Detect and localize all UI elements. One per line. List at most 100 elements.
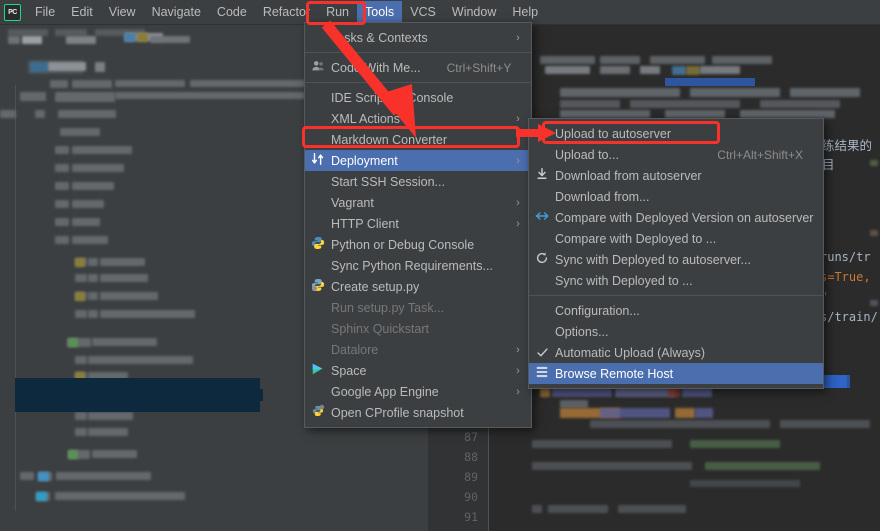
menu-item-upload-to[interactable]: Upload to... Ctrl+Alt+Shift+X bbox=[529, 144, 823, 165]
line-number: 90 bbox=[464, 490, 478, 504]
line-number: 88 bbox=[464, 450, 478, 464]
menu-item-automatic-upload-always[interactable]: Automatic Upload (Always) bbox=[529, 342, 823, 363]
menu-item-configuration[interactable]: Configuration... bbox=[529, 300, 823, 321]
menubar-item-view[interactable]: View bbox=[101, 1, 144, 23]
menu-icon-slot bbox=[305, 213, 331, 234]
menu-separator bbox=[305, 82, 531, 83]
menu-icon-slot bbox=[529, 228, 555, 249]
chevron-right-icon: › bbox=[516, 196, 520, 209]
tree-selected-row bbox=[15, 401, 260, 412]
blurred-text-block bbox=[190, 80, 310, 87]
menu-item-google-app-engine[interactable]: Google App Engine › bbox=[305, 381, 531, 402]
menu-item-vagrant[interactable]: Vagrant › bbox=[305, 192, 531, 213]
menubar-item-tools[interactable]: Tools bbox=[357, 1, 403, 23]
compare-icon bbox=[535, 209, 549, 226]
remote-host-icon bbox=[535, 365, 549, 382]
blurred-code-block bbox=[672, 66, 686, 75]
menubar-item-run[interactable]: Run bbox=[318, 1, 357, 23]
menu-item-xml-actions[interactable]: XML Actions › bbox=[305, 108, 531, 129]
menu-item-download-from-autoserver[interactable]: Download from autoserver bbox=[529, 165, 823, 186]
blurred-code-block bbox=[600, 56, 640, 64]
pycharm-logo: PC bbox=[4, 3, 21, 21]
menu-item-open-cprofile-snapshot[interactable]: Open CProfile snapshot bbox=[305, 402, 531, 423]
menu-item-create-setup-py[interactable]: Create setup.py bbox=[305, 276, 531, 297]
python-icon bbox=[311, 236, 325, 253]
menu-item-label: Sync Python Requirements... bbox=[331, 258, 493, 273]
blurred-text-block bbox=[68, 338, 78, 347]
menu-item-download-from[interactable]: Download from... bbox=[529, 186, 823, 207]
deployment-submenu[interactable]: Upload to autoserver Upload to... Ctrl+Alt… bbox=[528, 118, 824, 389]
menu-item-label: Code With Me... bbox=[331, 60, 421, 75]
menu-item-label: Download from... bbox=[555, 189, 650, 204]
menu-item-ide-scripting-console[interactable]: IDE Scripting Console bbox=[305, 87, 531, 108]
menubar-item-label: Window bbox=[451, 5, 497, 19]
menubar-item-label: Navigate bbox=[151, 5, 201, 19]
menu-item-sync-with-deployed-to[interactable]: Sync with Deployed to ... bbox=[529, 270, 823, 291]
python-setup-icon bbox=[311, 278, 325, 295]
blurred-text-block bbox=[124, 33, 136, 42]
blurred-text-block bbox=[8, 36, 20, 44]
menubar-item-refactor[interactable]: Refactor bbox=[255, 1, 318, 23]
menu-icon-slot bbox=[305, 381, 331, 402]
menubar-item-vcs[interactable]: VCS bbox=[402, 1, 444, 23]
blurred-text-block bbox=[75, 258, 85, 267]
blurred-code-block bbox=[686, 66, 700, 75]
code-fragment-path2: s/train/ bbox=[820, 310, 878, 324]
blurred-text-block bbox=[55, 218, 69, 226]
blurred-text-block bbox=[22, 36, 42, 44]
blurred-text-block bbox=[72, 146, 132, 154]
download-icon bbox=[529, 165, 555, 186]
blurred-text-block bbox=[75, 274, 87, 282]
menu-item-markdown-converter[interactable]: Markdown Converter › bbox=[305, 129, 531, 150]
menu-item-label: Configuration... bbox=[555, 303, 640, 318]
editor-selected-line-tail bbox=[838, 375, 850, 388]
menu-item-browse-remote-host[interactable]: Browse Remote Host bbox=[529, 363, 823, 384]
space-icon bbox=[305, 360, 331, 381]
menu-item-tasks-contexts[interactable]: Tasks & Contexts › bbox=[305, 27, 531, 48]
blurred-code-block bbox=[780, 420, 870, 428]
menubar-item-navigate[interactable]: Navigate bbox=[144, 1, 209, 23]
menu-item-python-or-debug-console[interactable]: Python or Debug Console bbox=[305, 234, 531, 255]
blurred-text-block bbox=[72, 200, 104, 208]
menu-icon-slot bbox=[529, 300, 555, 321]
blurred-code-block bbox=[640, 66, 660, 74]
tools-dropdown-menu[interactable]: Tasks & Contexts › Code With Me... Ctrl+Shi… bbox=[304, 22, 532, 428]
menu-item-compare-with-deployed-to[interactable]: Compare with Deployed to ... bbox=[529, 228, 823, 249]
line-number: 91 bbox=[464, 510, 478, 524]
blurred-text-block bbox=[75, 292, 85, 301]
blurred-code-block bbox=[712, 56, 772, 64]
menubar-item-window[interactable]: Window bbox=[444, 1, 504, 23]
menu-item-sync-with-deployed-to-autoserver[interactable]: Sync with Deployed to autoserver... bbox=[529, 249, 823, 270]
menu-item-label: Browse Remote Host bbox=[555, 366, 674, 381]
blurred-text-block bbox=[55, 92, 115, 102]
menu-item-options[interactable]: Options... bbox=[529, 321, 823, 342]
menubar-item-label: View bbox=[108, 5, 136, 19]
blurred-code-block bbox=[560, 88, 680, 97]
menu-item-http-client[interactable]: HTTP Client › bbox=[305, 213, 531, 234]
menubar-item-label: File bbox=[35, 5, 56, 19]
menu-item-start-ssh-session[interactable]: Start SSH Session... bbox=[305, 171, 531, 192]
blurred-text-block bbox=[95, 62, 105, 72]
menu-item-upload-to-autoserver[interactable]: Upload to autoserver bbox=[529, 123, 823, 144]
blurred-text-block bbox=[55, 182, 69, 190]
blurred-text-block bbox=[20, 92, 46, 101]
menu-item-space[interactable]: Space › bbox=[305, 360, 531, 381]
chevron-right-icon: › bbox=[516, 133, 520, 146]
menu-item-deployment[interactable]: Deployment › bbox=[305, 150, 531, 171]
menu-item-sync-python-requirements[interactable]: Sync Python Requirements... bbox=[305, 255, 531, 276]
menu-item-shortcut: Ctrl+Alt+Shift+X bbox=[717, 147, 803, 162]
blurred-text-block bbox=[48, 62, 86, 71]
menubar-item-code[interactable]: Code bbox=[209, 1, 255, 23]
menu-item-label: Vagrant bbox=[331, 195, 374, 210]
menu-item-label: Sync with Deployed to autoserver... bbox=[555, 252, 751, 267]
menu-item-compare-with-deployed-version-on-autoserver[interactable]: Compare with Deployed Version on autoser… bbox=[529, 207, 823, 228]
menubar-item-label: Code bbox=[216, 5, 247, 19]
menubar-item-edit[interactable]: Edit bbox=[63, 1, 101, 23]
menu-item-label: Datalore bbox=[331, 342, 379, 357]
blurred-code-block bbox=[600, 66, 630, 74]
menu-item-code-with-me[interactable]: Code With Me... Ctrl+Shift+Y bbox=[305, 57, 531, 78]
blurred-code-block bbox=[532, 462, 692, 470]
blurred-code-block bbox=[870, 300, 878, 306]
menubar-item-file[interactable]: File bbox=[27, 1, 63, 23]
menubar-item-help[interactable]: Help bbox=[504, 1, 546, 23]
